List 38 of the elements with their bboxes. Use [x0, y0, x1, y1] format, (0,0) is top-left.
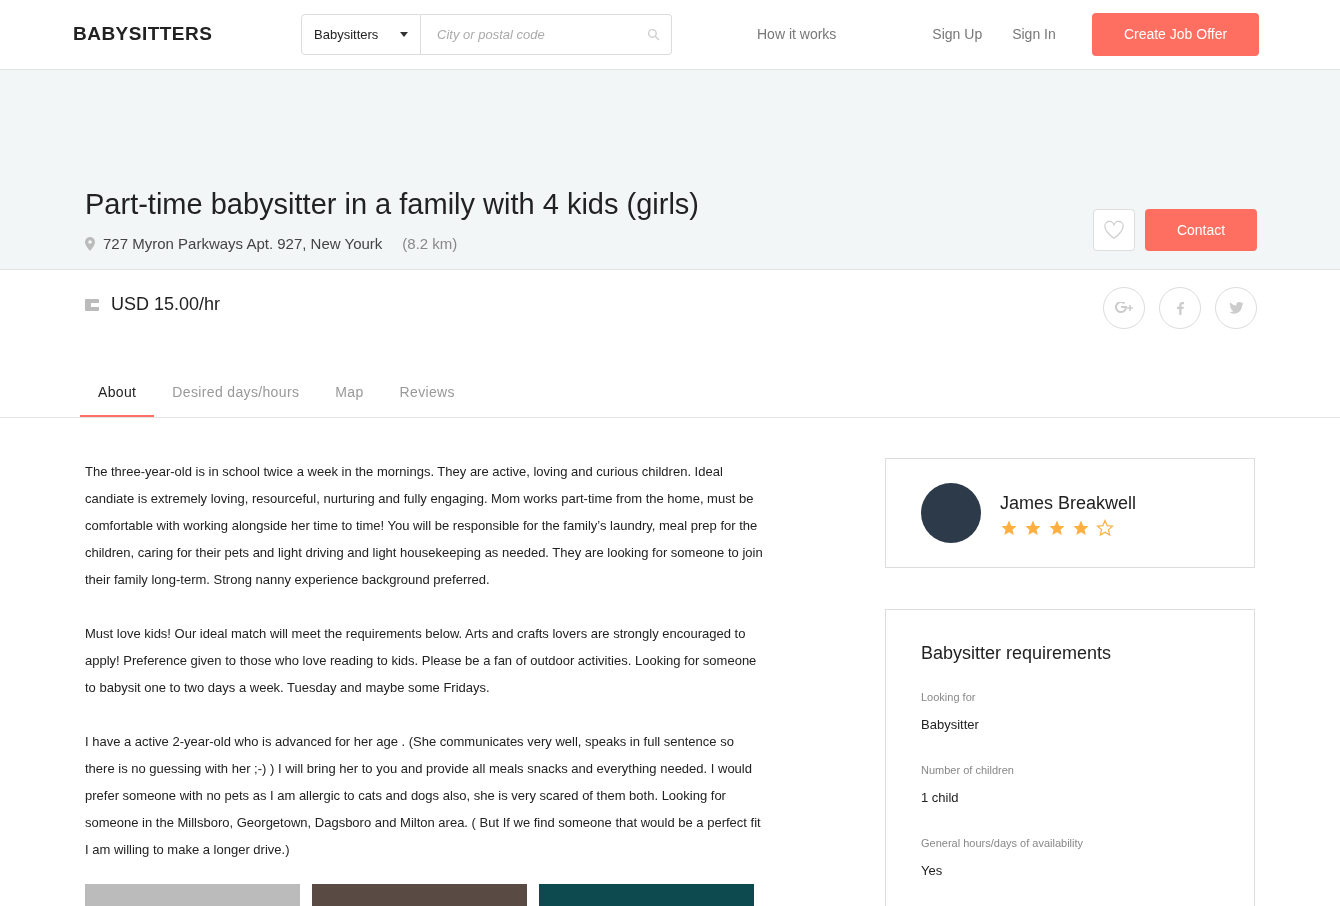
about-paragraph: I have a active 2-year-old who is advanced for her age . (She communicates very well, speaks in full sentence so there is no guessing with her ;-) ) I will bring her to you and provide all meals snacks and everything needed. I would prefer someone with no pets as I am allergic to cats and dogs also, she is very scared of them both. Looking for someone in the Millsboro, Georgetown, Dagsboro and Milton area. ( But If we find someone that would be a perfect fit I am willing to make a longer drive.) [85, 733, 762, 859]
job-title: Part-time babysitter in a family with 4 kids (girls) [85, 187, 700, 222]
tab[interactable]: Desired days/hours [154, 370, 318, 417]
tab[interactable]: Map [317, 370, 382, 417]
requirement-label: Number of children [921, 763, 1015, 778]
location-field[interactable]: City or postal code [421, 14, 672, 55]
tab[interactable]: Reviews [381, 370, 473, 417]
about-paragraph: The three-year-old is in school twice a week in the mornings. They are active, loving and curious children. Ideal candiate is extremely loving, resourceful, nurturing and fully engaging. Mom works part-time from the home, must be comfortable with working alongside her time to time! You will be responsible for the family’s laundry, meal prep for the children, caring for their pets and light driving and light housekeeping as needed. They are looking for someone to join their family long-term. Strong nanny experience background preferred. [85, 463, 764, 589]
caret-icon [400, 32, 408, 37]
profile-name: James Breakwell [1000, 491, 1137, 515]
nav-link[interactable]: Sign Up [932, 24, 983, 45]
favorite-button[interactable] [1093, 209, 1135, 251]
facebook-icon [1176, 301, 1184, 315]
heart-icon [1103, 220, 1125, 240]
requirement-value: 1 child [921, 788, 960, 807]
nav-link[interactable]: Sign In [1012, 24, 1056, 45]
about-paragraph: Must love kids! Our ideal match will meet the requirements below. Arts and crafts lovers are strongly encouraged to apply! Preference given to those who love reading to kids. Please be a fan of outdoor activities. Looking for someone to babysit one to two days a week. Tuesday and maybe some Fridays. [85, 625, 758, 697]
avatar-placeholder [921, 483, 981, 543]
price: USD 15.00/hr [111, 293, 221, 316]
job-distance: (8.2 km) [402, 233, 458, 254]
bird-icon [1228, 302, 1244, 314]
create-job-button[interactable]: Create Job Offer [1092, 13, 1259, 56]
requirements-title: Babysitter requirements [921, 642, 1113, 665]
logo[interactable]: BABYSITTERS [73, 20, 301, 49]
job-address: 727 Myron Parkways Apt. 927, New Yourk [103, 233, 383, 254]
category-dropdown[interactable]: Babysitters [301, 14, 421, 55]
requirement-value: Yes [921, 861, 944, 880]
requirement-value: Babysitter [921, 715, 980, 734]
google-plus-icon [1115, 302, 1133, 314]
search-icon [647, 28, 660, 41]
requirement-label: General hours/days of availability [921, 836, 1085, 851]
contact-button[interactable]: Contact [1145, 209, 1257, 251]
wallet-icon [85, 298, 99, 311]
star-outline-icon [1096, 518, 1114, 537]
nav-link[interactable]: How it works [757, 24, 837, 45]
requirement-label: Looking for [921, 690, 977, 705]
location-pin-icon [85, 236, 95, 251]
tab[interactable]: About [80, 370, 155, 417]
